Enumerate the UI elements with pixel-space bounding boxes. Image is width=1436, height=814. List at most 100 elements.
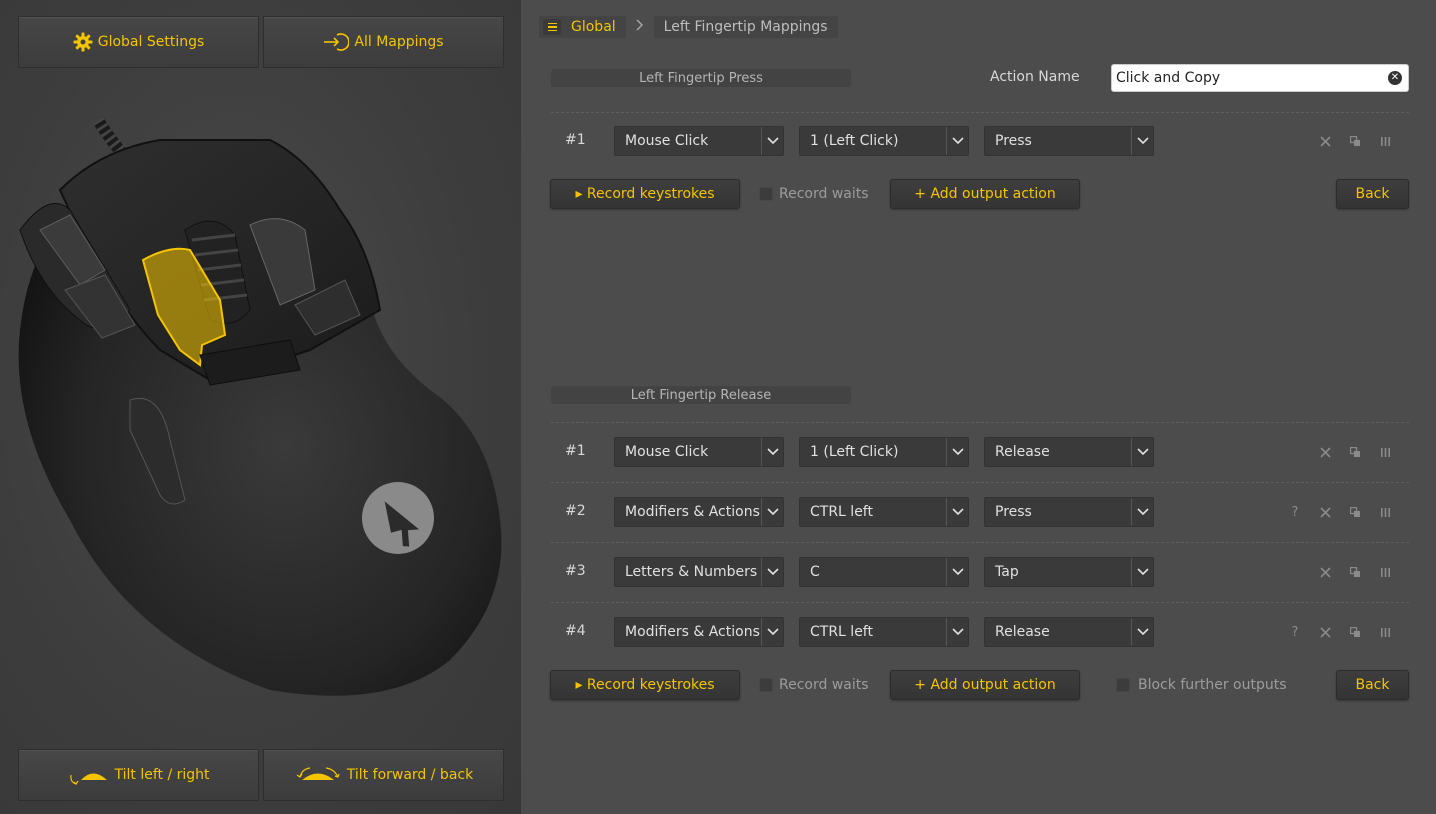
drag-handle-icon[interactable] [1377, 444, 1393, 460]
drag-handle-icon[interactable] [1377, 504, 1393, 520]
delete-icon[interactable] [1317, 444, 1333, 460]
device-panel: Global Settings All Mappings Tilt left /… [0, 0, 521, 814]
output-mode-value: Press [995, 133, 1032, 149]
chevron-down-icon[interactable] [761, 438, 783, 466]
drag-handle-icon[interactable] [1377, 564, 1393, 580]
mapping-row: #2 Modifiers & Actions CTRL left Press? [551, 497, 1409, 527]
checkbox-box[interactable] [759, 187, 773, 201]
delete-icon[interactable] [1317, 133, 1333, 149]
add-output-action-button-press[interactable]: + Add output action [890, 179, 1080, 209]
global-settings-button[interactable]: Global Settings [18, 16, 259, 68]
drag-handle-icon[interactable] [1377, 624, 1393, 640]
record-waits-checkbox-release[interactable]: Record waits [759, 677, 869, 693]
action-name-input[interactable] [1116, 70, 1376, 86]
block-further-outputs-checkbox[interactable]: Block further outputs [1116, 677, 1287, 693]
help-icon[interactable]: ? [1287, 504, 1303, 520]
add-output-action-label: + Add output action [914, 677, 1056, 693]
chevron-down-icon[interactable] [761, 618, 783, 646]
output-mode-select[interactable]: Press [984, 126, 1154, 156]
output-type-select[interactable]: Modifiers & Actions [614, 497, 784, 527]
record-keystrokes-label: ▸ Record keystrokes [575, 677, 715, 693]
output-mode-select[interactable]: Release [984, 437, 1154, 467]
chevron-down-icon[interactable] [1131, 558, 1153, 586]
copy-icon[interactable] [1347, 444, 1363, 460]
output-key-value: 1 (Left Click) [810, 444, 899, 460]
copy-icon[interactable] [1347, 133, 1363, 149]
record-waits-checkbox-press[interactable]: Record waits [759, 186, 869, 202]
breadcrumb-global-label: Global [571, 19, 616, 35]
chevron-down-icon[interactable] [946, 498, 968, 526]
output-mode-select[interactable]: Press [984, 497, 1154, 527]
output-type-select[interactable]: Letters & Numbers [614, 557, 784, 587]
tilt-forward-back-icon [294, 765, 342, 785]
chevron-down-icon[interactable] [946, 438, 968, 466]
tilt-left-right-button[interactable]: Tilt left / right [18, 749, 259, 801]
record-keystrokes-button-release[interactable]: ▸ Record keystrokes [550, 670, 740, 700]
copy-icon[interactable] [1347, 564, 1363, 580]
output-key-select[interactable]: C [799, 557, 969, 587]
output-type-select[interactable]: Mouse Click [614, 126, 784, 156]
breadcrumb-global[interactable]: Global [539, 16, 626, 38]
checkbox-box[interactable] [1116, 678, 1130, 692]
row-tools: ? [1287, 504, 1393, 520]
record-keystrokes-label: ▸ Record keystrokes [575, 186, 715, 202]
delete-icon[interactable] [1317, 624, 1333, 640]
output-key-select[interactable]: 1 (Left Click) [799, 126, 969, 156]
record-waits-label: Record waits [779, 186, 869, 202]
output-type-value: Modifiers & Actions [625, 624, 760, 640]
clear-icon[interactable]: ✕ [1388, 71, 1402, 85]
row-tools: ? [1287, 444, 1393, 460]
all-mappings-label: All Mappings [354, 34, 444, 50]
checkbox-box[interactable] [759, 678, 773, 692]
output-type-select[interactable]: Modifiers & Actions [614, 617, 784, 647]
chevron-down-icon[interactable] [946, 558, 968, 586]
delete-icon[interactable] [1317, 504, 1333, 520]
add-output-action-button-release[interactable]: + Add output action [890, 670, 1080, 700]
output-key-select[interactable]: CTRL left [799, 617, 969, 647]
chevron-down-icon[interactable] [946, 127, 968, 155]
back-button-press[interactable]: Back [1336, 179, 1409, 209]
all-mappings-button[interactable]: All Mappings [263, 16, 504, 68]
breadcrumb-current: Left Fingertip Mappings [653, 16, 838, 38]
chevron-down-icon[interactable] [1131, 127, 1153, 155]
help-icon[interactable]: ? [1287, 624, 1303, 640]
output-mode-select[interactable]: Tap [984, 557, 1154, 587]
copy-icon[interactable] [1347, 504, 1363, 520]
mouse-illustration [18, 116, 502, 696]
output-mode-value: Release [995, 624, 1050, 640]
output-mode-select[interactable]: Release [984, 617, 1154, 647]
output-type-value: Modifiers & Actions [625, 504, 760, 520]
output-key-value: CTRL left [810, 624, 873, 640]
output-key-select[interactable]: CTRL left [799, 497, 969, 527]
tilt-forward-back-button[interactable]: Tilt forward / back [263, 749, 504, 801]
drag-handle-icon[interactable] [1377, 133, 1393, 149]
login-arrow-icon [323, 33, 350, 51]
mapping-editor: Global Left Fingertip Mappings Left Fing… [521, 0, 1436, 814]
chevron-down-icon[interactable] [1131, 438, 1153, 466]
output-key-select[interactable]: 1 (Left Click) [799, 437, 969, 467]
chevron-down-icon[interactable] [761, 127, 783, 155]
output-key-value: CTRL left [810, 504, 873, 520]
action-name-field[interactable]: ✕ [1111, 64, 1409, 92]
chevron-down-icon[interactable] [1131, 618, 1153, 646]
record-waits-label: Record waits [779, 677, 869, 693]
row-number: #2 [565, 503, 586, 519]
chevron-down-icon[interactable] [1131, 498, 1153, 526]
chevron-down-icon[interactable] [761, 558, 783, 586]
record-keystrokes-button-press[interactable]: ▸ Record keystrokes [550, 179, 740, 209]
copy-icon[interactable] [1347, 624, 1363, 640]
tilt-left-right-icon [67, 765, 109, 785]
back-button-release[interactable]: Back [1336, 670, 1409, 700]
delete-icon[interactable] [1317, 564, 1333, 580]
divider [551, 422, 1409, 423]
output-type-select[interactable]: Mouse Click [614, 437, 784, 467]
output-mode-value: Tap [995, 564, 1019, 580]
output-type-value: Mouse Click [625, 444, 709, 460]
row-number: #3 [565, 563, 586, 579]
mapping-row: #1 Mouse Click 1 (Left Click) Press? [551, 126, 1409, 156]
chevron-down-icon[interactable] [946, 618, 968, 646]
chevron-down-icon[interactable] [761, 498, 783, 526]
divider [551, 542, 1409, 543]
back-label: Back [1355, 186, 1390, 202]
mapping-row: #1 Mouse Click 1 (Left Click) Release? [551, 437, 1409, 467]
